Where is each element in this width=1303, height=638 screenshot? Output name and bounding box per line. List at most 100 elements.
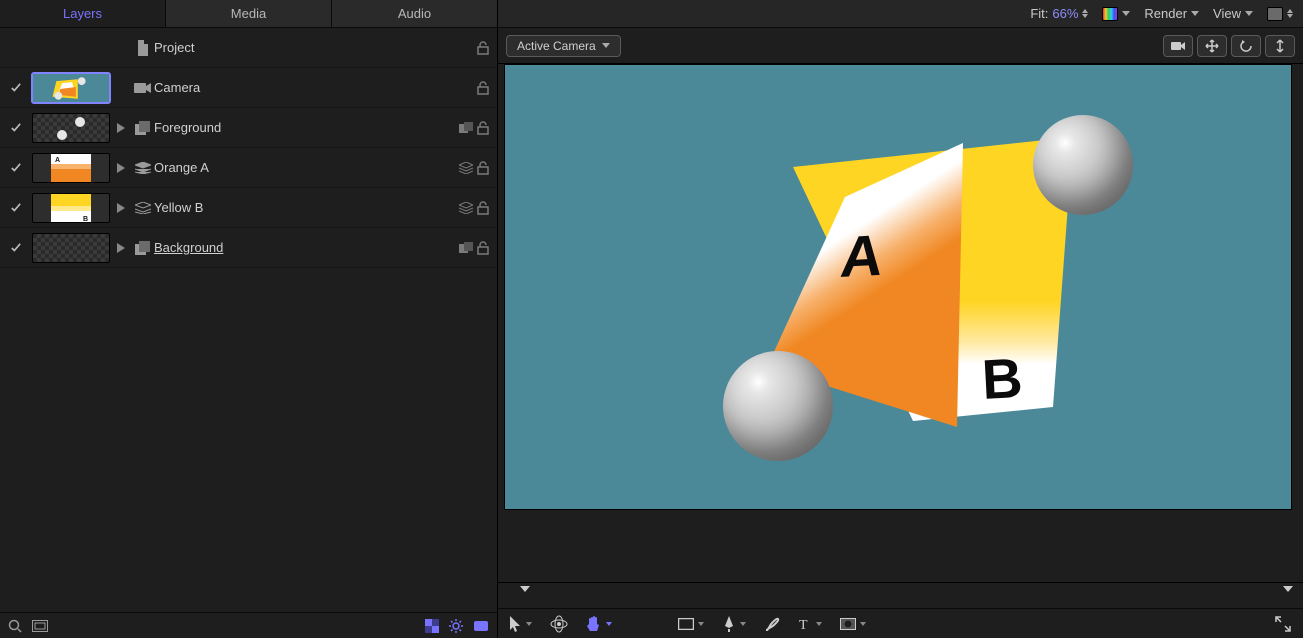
color-channels-menu[interactable] (1102, 7, 1130, 21)
disclosure-icon[interactable] (110, 163, 132, 173)
camera-icon (132, 82, 154, 94)
tab-media[interactable]: Media (166, 0, 332, 27)
project-row[interactable]: Project (0, 28, 497, 68)
pan-control-button[interactable] (1197, 35, 1227, 57)
lock-icon[interactable] (477, 41, 489, 55)
letter-a: A (838, 223, 886, 290)
svg-text:B: B (83, 216, 88, 223)
timeline-ruler[interactable] (498, 582, 1303, 608)
group-icon (132, 241, 154, 255)
visibility-toggle[interactable] (0, 203, 32, 213)
stepper-icon (1287, 9, 1293, 18)
layer-thumbnail[interactable] (32, 73, 110, 103)
layer-row-orange-a[interactable]: A Orange A (0, 148, 497, 188)
chevron-down-icon (526, 622, 532, 626)
layer-label: Foreground (154, 120, 441, 135)
expand-tool[interactable] (1275, 616, 1291, 632)
render-menu[interactable]: Render (1144, 6, 1199, 21)
layer-row-background[interactable]: Background (0, 228, 497, 268)
viewer-strip: Active Camera (498, 28, 1303, 64)
layers-panel: Layers Media Audio Project (0, 0, 498, 638)
3d-icon[interactable] (459, 202, 473, 214)
project-icon (132, 40, 154, 56)
tab-audio[interactable]: Audio (332, 0, 497, 27)
layer-thumbnail[interactable] (32, 233, 110, 263)
lock-icon[interactable] (477, 121, 489, 135)
layer-list: Project (0, 28, 497, 612)
rainbow-swatch-icon (1102, 7, 1118, 21)
layer-thumbnail[interactable]: B (32, 193, 110, 223)
pen-tool[interactable] (722, 616, 746, 632)
layout-menu[interactable] (1267, 7, 1293, 21)
active-camera-menu[interactable]: Active Camera (506, 35, 621, 57)
3d-icon[interactable] (459, 162, 473, 174)
chevron-down-icon (1245, 11, 1253, 16)
artwork: A B (683, 107, 1113, 467)
layer-label: Camera (154, 80, 441, 95)
chevron-down-icon (698, 622, 704, 626)
canvas-area: A B (498, 64, 1303, 582)
svg-text:A: A (55, 157, 60, 164)
fit-label: Fit: (1030, 6, 1048, 21)
chevron-down-icon (1122, 11, 1130, 16)
letter-b: B (980, 346, 1024, 411)
blend-icon[interactable] (459, 242, 473, 254)
disclosure-icon[interactable] (110, 203, 132, 213)
visibility-toggle[interactable] (0, 123, 32, 133)
layer-row-camera[interactable]: Camera (0, 68, 497, 108)
render-label: Render (1144, 6, 1187, 21)
text-tool[interactable]: T (798, 617, 822, 631)
project-label: Project (154, 40, 441, 55)
disclosure-icon[interactable] (110, 243, 132, 253)
layer-thumbnail[interactable] (32, 113, 110, 143)
view-menu[interactable]: View (1213, 6, 1253, 21)
blend-icon[interactable] (459, 122, 473, 134)
visibility-toggle[interactable] (0, 243, 32, 253)
visibility-toggle[interactable] (0, 83, 32, 93)
chevron-down-icon (1191, 11, 1199, 16)
chevron-down-icon (602, 43, 610, 48)
frame-icon[interactable] (32, 620, 48, 632)
layer-row-yellow-b[interactable]: B Yellow B (0, 188, 497, 228)
dolly-control-button[interactable] (1265, 35, 1295, 57)
camera-reset-button[interactable] (1163, 35, 1193, 57)
clip-icon[interactable] (473, 620, 489, 632)
tab-layers[interactable]: Layers (0, 0, 166, 27)
layer-stack-icon (132, 202, 154, 214)
rectangle-tool[interactable] (678, 618, 704, 630)
layer-label: Orange A (154, 160, 441, 175)
checker-icon[interactable] (425, 619, 439, 633)
brush-tool[interactable] (764, 616, 780, 632)
gear-icon[interactable] (449, 619, 463, 633)
layer-row-foreground[interactable]: Foreground (0, 108, 497, 148)
camera-controls (1163, 35, 1295, 57)
lock-icon[interactable] (477, 161, 489, 175)
chevron-down-icon (816, 622, 822, 626)
disclosure-icon[interactable] (110, 123, 132, 133)
mask-tool[interactable] (840, 618, 866, 630)
layer-stack-icon (132, 162, 154, 174)
sidebar-footer (0, 612, 497, 638)
svg-text:T: T (799, 618, 808, 631)
3d-transform-tool[interactable] (550, 615, 568, 633)
sidebar-tabs: Layers Media Audio (0, 0, 497, 28)
select-tool[interactable] (510, 616, 532, 632)
search-icon[interactable] (8, 619, 22, 633)
chevron-down-icon (740, 622, 746, 626)
fit-control[interactable]: Fit: 66% (1030, 6, 1088, 21)
fit-value: 66% (1052, 6, 1078, 21)
visibility-toggle[interactable] (0, 163, 32, 173)
layer-thumbnail[interactable]: A (32, 153, 110, 183)
layer-label: Yellow B (154, 200, 441, 215)
sphere-bottom-left (723, 351, 833, 461)
canvas[interactable]: A B (504, 64, 1292, 510)
stepper-icon (1082, 9, 1088, 18)
lock-icon[interactable] (477, 241, 489, 255)
hand-tool[interactable] (586, 615, 612, 633)
orbit-control-button[interactable] (1231, 35, 1261, 57)
view-label: View (1213, 6, 1241, 21)
lock-icon[interactable] (477, 81, 489, 95)
lock-icon[interactable] (477, 201, 489, 215)
group-icon (132, 121, 154, 135)
viewer-panel: Fit: 66% Render View Act (498, 0, 1303, 638)
